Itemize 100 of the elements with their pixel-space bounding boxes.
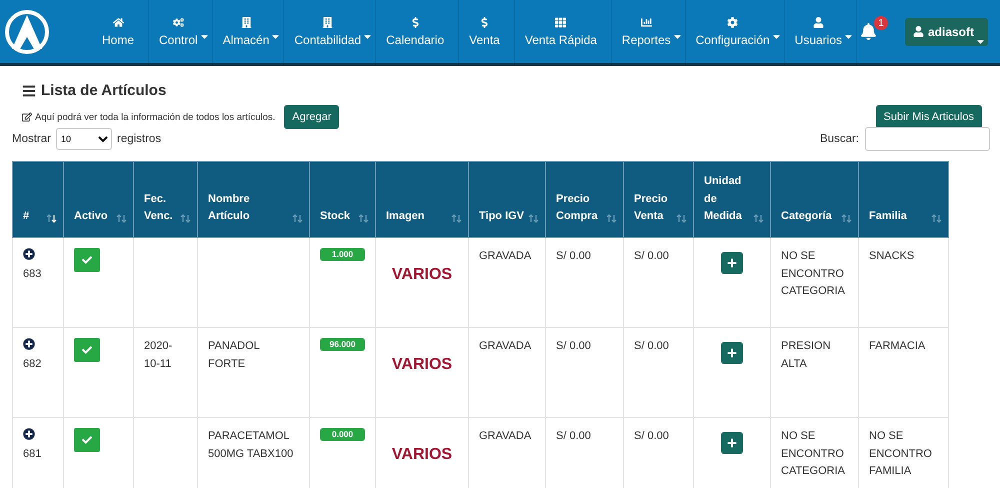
bell-icon (860, 23, 877, 40)
nav-icon (640, 16, 652, 28)
edit-icon (22, 112, 32, 122)
nav-icon (555, 16, 566, 28)
column-header[interactable]: Familia (858, 162, 948, 238)
notifications-button[interactable] (860, 23, 877, 40)
table-cell: S/ 0.00 (634, 340, 669, 352)
table-cell: PRESION ALTA (781, 340, 831, 370)
user-icon (912, 26, 924, 37)
column-header[interactable]: Stock (310, 162, 376, 238)
nav-item[interactable]: Configuración (686, 0, 785, 64)
nav-item[interactable]: Home (92, 0, 150, 64)
table-cell: 683 (23, 268, 42, 280)
nav-icon (410, 16, 421, 28)
nav-item[interactable]: Reportes (612, 0, 686, 64)
table-cell: PANADOL FORTE (208, 340, 260, 370)
plus-icon (727, 258, 737, 268)
nav-item[interactable]: Venta (459, 0, 515, 64)
nav-item[interactable]: Almacén (212, 0, 284, 64)
table-cell: PARACETAMOL 500MG TABX100 (208, 430, 294, 460)
table-cell: 682 (23, 358, 42, 370)
table-cell: GRAVADA (479, 430, 532, 442)
stock-badge: 96.000 (320, 338, 365, 352)
expand-icon[interactable] (23, 248, 35, 260)
column-header[interactable]: Precio Compra (546, 162, 624, 238)
table-cell: S/ 0.00 (556, 430, 591, 442)
stock-badge: 0.000 (320, 428, 365, 442)
notification-badge: 1 (874, 16, 888, 30)
table-cell: GRAVADA (479, 340, 532, 352)
nav-label: Venta (469, 32, 500, 46)
table-cell: S/ 0.00 (556, 250, 591, 262)
check-icon (82, 345, 92, 355)
column-header[interactable]: Precio Venta (624, 162, 694, 238)
nav-icon (112, 16, 124, 28)
upload-button[interactable]: Subir Mis Articulos (876, 105, 982, 129)
table-cell: SNACKS (869, 250, 914, 262)
nav-label: Venta Rápida (524, 32, 597, 46)
active-checkbox[interactable] (74, 248, 100, 272)
nav-item[interactable]: Contabilidad (284, 0, 376, 64)
column-header[interactable]: Imagen (376, 162, 468, 238)
show-label: Mostrar (12, 133, 51, 145)
nav-icon (172, 16, 184, 28)
column-header[interactable]: Activo (64, 162, 134, 238)
expand-icon[interactable] (23, 338, 35, 350)
nav-item[interactable]: Calendario (376, 0, 460, 64)
image-text: VARIOS (390, 265, 454, 285)
nav-icon (727, 16, 738, 28)
column-header[interactable]: Nombre Artículo (198, 162, 310, 238)
page-size-select[interactable]: 10 (56, 128, 112, 150)
column-header[interactable]: Tipo IGV (468, 162, 546, 238)
nav-label: Calendario (386, 32, 444, 46)
nav-icon (322, 16, 334, 28)
nav-icon (240, 16, 252, 28)
stock-badge: 1.000 (320, 248, 365, 262)
add-unit-button[interactable] (721, 342, 743, 364)
nav-icon (812, 16, 824, 28)
table-cell: FARMACIA (869, 340, 926, 352)
table-cell: S/ 0.00 (634, 430, 669, 442)
column-header[interactable]: # (12, 162, 64, 238)
column-header[interactable]: Categoría (770, 162, 858, 238)
search-field[interactable] (865, 127, 990, 151)
expand-icon[interactable] (23, 428, 35, 440)
add-unit-button[interactable] (721, 432, 743, 454)
image-text: VARIOS (390, 445, 454, 465)
add-unit-button[interactable] (721, 252, 743, 274)
table-cell: S/ 0.00 (634, 250, 669, 262)
column-header[interactable]: Unidad de Medida (694, 162, 770, 238)
table-cell: S/ 0.00 (556, 340, 591, 352)
check-icon (82, 255, 92, 265)
active-checkbox[interactable] (74, 428, 100, 452)
records-label: registros (116, 133, 162, 145)
nav-icon (479, 16, 490, 28)
user-menu-button[interactable]: adiasoft (904, 18, 988, 46)
table-cell: NO SE ENCONTRO FAMILIA (869, 430, 932, 478)
plus-icon (727, 348, 737, 358)
nav-label: Home (102, 32, 134, 46)
column-header[interactable]: Fec. Venc. (134, 162, 198, 238)
page-description: Aquí podrá ver toda la información de todos los artículos. (35, 112, 276, 122)
check-icon (82, 435, 92, 445)
table-cell: NO SE ENCONTRO CATEGORIA (781, 250, 845, 298)
nav-label: Configuración (696, 32, 770, 46)
nav-item[interactable]: Usuarios (784, 0, 858, 64)
active-checkbox[interactable] (74, 338, 100, 362)
logo-icon (4, 8, 50, 54)
nav-label: Control (159, 32, 198, 46)
image-text: VARIOS (390, 355, 454, 375)
nav-item[interactable]: Venta Rápida (514, 0, 612, 64)
nav-label: Usuarios (794, 32, 842, 46)
table-cell: 681 (23, 448, 42, 460)
search-label: Buscar: (820, 133, 859, 145)
nav-item[interactable]: Control (149, 0, 213, 64)
nav-label: Reportes (622, 32, 671, 46)
plus-icon (727, 438, 737, 448)
add-button[interactable]: Agregar (284, 105, 340, 129)
nav-label: Contabilidad (294, 32, 362, 46)
menu-icon (22, 84, 36, 98)
table-cell: 2020-10-11 (144, 340, 172, 370)
table-cell: NO SE ENCONTRO CATEGORIA (781, 430, 845, 478)
table-cell: GRAVADA (479, 250, 532, 262)
page-title: Lista de Artículos (41, 82, 166, 99)
